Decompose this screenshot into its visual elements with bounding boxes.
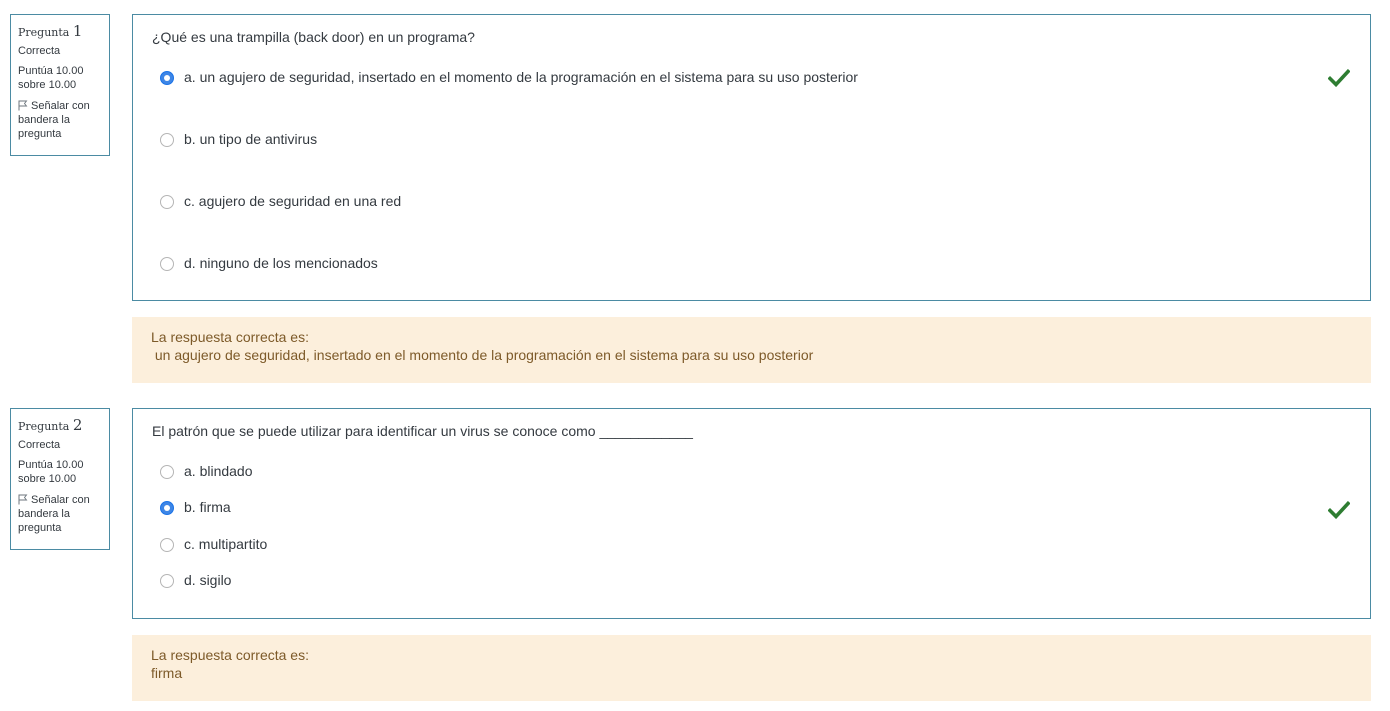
radio-selected[interactable] [160, 71, 174, 85]
question-grade: Puntúa 10.00 sobre 10.00 [18, 65, 84, 91]
question-info: Pregunta 1 Correcta Puntúa 10.00 sobre 10… [10, 14, 110, 156]
flag-icon [18, 100, 28, 111]
feedback-answer: firma [151, 665, 183, 681]
answer-option-c[interactable]: c. agujero de seguridad en una red [160, 192, 1310, 214]
check-icon [1328, 69, 1350, 87]
answer-option-b[interactable]: b. un tipo de antivirus [160, 130, 1310, 152]
answer-label: c. agujero de seguridad en una red [184, 193, 402, 209]
question-state: Correcta [18, 45, 61, 57]
radio-unselected[interactable] [160, 538, 174, 552]
question-number: Pregunta 2 [18, 416, 83, 434]
correct-answer-feedback: La respuesta correcta es: firma [132, 635, 1371, 701]
question-formulation: ¿Qué es una trampilla (back door) en un … [132, 14, 1371, 301]
radio-unselected[interactable] [160, 133, 174, 147]
radio-unselected[interactable] [160, 465, 174, 479]
answer-option-d[interactable]: d. sigilo [160, 571, 1310, 593]
radio-unselected[interactable] [160, 257, 174, 271]
feedback-title: La respuesta correcta es: [151, 647, 309, 663]
answer-label: b. firma [184, 499, 231, 515]
question-grade: Puntúa 10.00 sobre 10.00 [18, 459, 84, 485]
answer-label: a. blindado [184, 463, 253, 479]
answer-option-a[interactable]: a. un agujero de seguridad, insertado en… [160, 68, 1310, 90]
answer-label: a. un agujero de seguridad, insertado en… [184, 69, 858, 85]
flag-question-link[interactable]: Señalar con bandera la pregunta [18, 99, 103, 141]
radio-unselected[interactable] [160, 195, 174, 209]
question-info: Pregunta 2 Correcta Puntúa 10.00 sobre 10… [10, 408, 110, 550]
answer-option-d[interactable]: d. ninguno de los mencionados [160, 254, 1310, 276]
question-formulation: El patrón que se puede utilizar para ide… [132, 408, 1371, 619]
check-icon [1328, 501, 1350, 519]
radio-selected[interactable] [160, 501, 174, 515]
answer-option-c[interactable]: c. multipartito [160, 535, 1310, 557]
question-1: Pregunta 1 Correcta Puntúa 10.00 sobre 10… [10, 14, 1371, 384]
question-text: ¿Qué es una trampilla (back door) en un … [152, 29, 475, 45]
answer-label: d. sigilo [184, 572, 232, 588]
answer-label: c. multipartito [184, 536, 268, 552]
feedback-answer: un agujero de seguridad, insertado en el… [151, 347, 814, 363]
flag-icon [18, 494, 28, 505]
question-text: El patrón que se puede utilizar para ide… [152, 423, 693, 439]
answer-label: d. ninguno de los mencionados [184, 255, 378, 271]
feedback-title: La respuesta correcta es: [151, 329, 309, 345]
question-2: Pregunta 2 Correcta Puntúa 10.00 sobre 10… [10, 408, 1371, 702]
correct-answer-feedback: La respuesta correcta es: un agujero de … [132, 317, 1371, 383]
answer-option-b[interactable]: b. firma [160, 498, 1310, 520]
flag-question-link[interactable]: Señalar con bandera la pregunta [18, 493, 103, 535]
question-state: Correcta [18, 439, 61, 451]
answer-option-a[interactable]: a. blindado [160, 462, 1310, 484]
question-number: Pregunta 1 [18, 22, 83, 40]
answer-label: b. un tipo de antivirus [184, 131, 318, 147]
radio-unselected[interactable] [160, 574, 174, 588]
